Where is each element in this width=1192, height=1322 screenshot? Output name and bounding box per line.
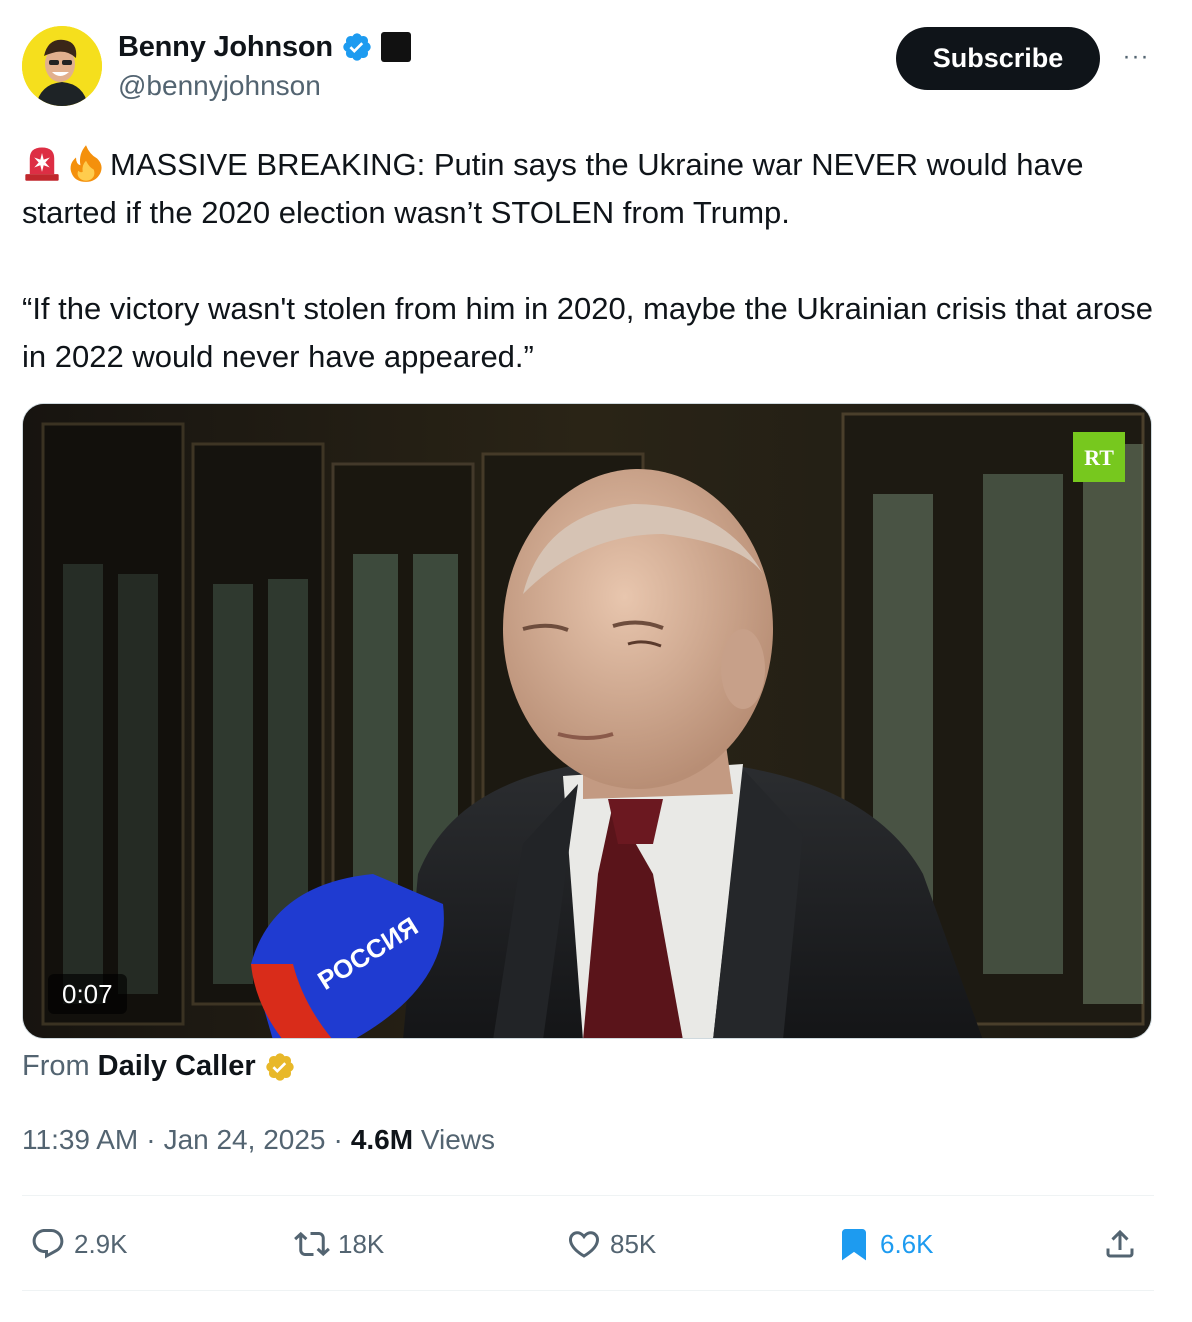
source-name[interactable]: Daily Caller	[98, 1050, 256, 1083]
tweet-paragraph-1: MASSIVE BREAKING: Putin says the Ukraine…	[22, 141, 1162, 237]
avatar-image	[22, 26, 102, 106]
author-handle[interactable]: @bennyjohnson	[118, 70, 321, 102]
source-prefix: From	[22, 1050, 90, 1082]
fire-icon	[70, 145, 102, 182]
author-avatar[interactable]	[22, 26, 102, 106]
meta-separator: ·	[146, 1124, 156, 1155]
views-label: Views	[420, 1124, 496, 1155]
views-count: 4.6M	[350, 1124, 414, 1155]
verified-badge-icon[interactable]	[341, 31, 373, 63]
tweet-paragraph-1-text: MASSIVE BREAKING: Putin says the Ukraine…	[22, 147, 1084, 230]
bookmark-filled-icon	[842, 1229, 866, 1261]
tweet-text: MASSIVE BREAKING: Putin says the Ukraine…	[22, 141, 1162, 381]
reply-icon	[32, 1229, 64, 1259]
repost-button[interactable]: 18K	[294, 1226, 384, 1262]
rotating-light-icon	[25, 147, 59, 181]
views[interactable]: 4.6M Views	[351, 1124, 495, 1156]
tweet-actions: 2.9K 18K 85K 6.6K	[22, 1218, 1154, 1274]
rt-logo-text: RT	[1084, 445, 1114, 470]
video-player[interactable]: РОССИЯ RT	[22, 403, 1152, 1039]
tweet-paragraph-2: “If the victory wasn't stolen from him i…	[22, 291, 1154, 374]
share-icon	[1106, 1229, 1134, 1258]
repost-icon	[294, 1231, 330, 1257]
reply-button[interactable]: 2.9K	[30, 1226, 128, 1262]
divider	[22, 1195, 1154, 1196]
share-button[interactable]	[1102, 1226, 1138, 1262]
more-options-icon[interactable]: ···	[1118, 42, 1154, 72]
like-count: 85K	[610, 1228, 657, 1259]
author-display-name[interactable]: Benny Johnson	[118, 31, 333, 64]
meta-separator: ·	[333, 1124, 343, 1155]
bookmark-count: 6.6K	[880, 1228, 934, 1259]
subscribe-button[interactable]: Subscribe	[896, 27, 1100, 90]
bookmark-button[interactable]: 6.6K	[836, 1226, 934, 1262]
tweet-meta: 11:39 AM · Jan 24, 2025 · 4.6M Views	[22, 1124, 495, 1156]
tweet-time[interactable]: 11:39 AM	[22, 1124, 138, 1156]
video-frame: РОССИЯ RT	[23, 404, 1151, 1038]
heart-icon	[568, 1231, 600, 1258]
divider	[22, 1290, 1154, 1291]
tweet-date[interactable]: Jan 24, 2025	[164, 1124, 326, 1156]
affiliate-badge-icon[interactable]	[380, 32, 411, 62]
like-button[interactable]: 85K	[566, 1226, 656, 1262]
media-source-attribution: From Daily Caller	[22, 1050, 296, 1083]
repost-count: 18K	[338, 1228, 385, 1259]
reply-count: 2.9K	[74, 1228, 128, 1259]
author-name-row: Benny Johnson	[118, 30, 411, 64]
video-duration-badge: 0:07	[48, 974, 127, 1014]
gold-verified-badge-icon[interactable]	[264, 1051, 296, 1083]
